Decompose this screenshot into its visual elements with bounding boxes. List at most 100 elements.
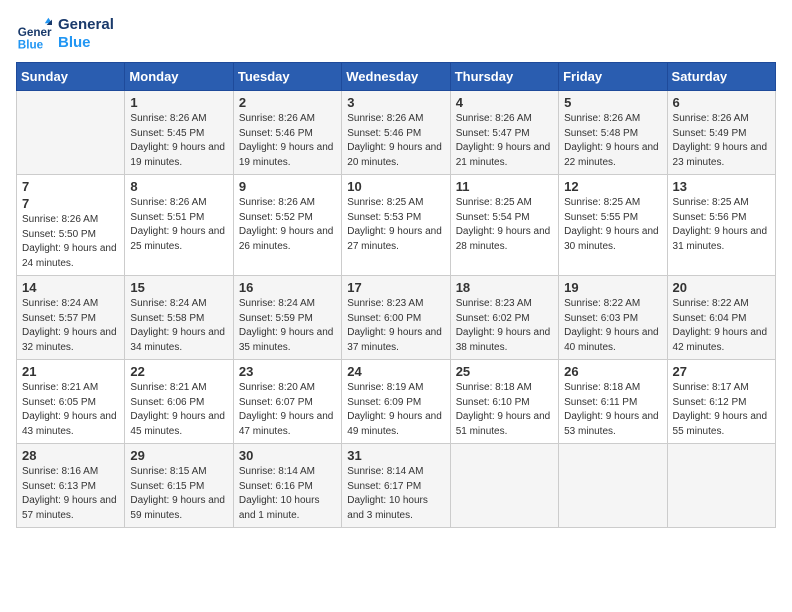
day-info: Sunrise: 8:18 AM Sunset: 6:10 PM Dayligh…: [456, 381, 553, 439]
calendar-cell: 16Sunrise: 8:24 AM Sunset: 5:59 PM Dayli…: [233, 276, 341, 360]
day-number: 15: [130, 280, 227, 295]
calendar-cell: 2 Sunrise: 8:26 AM Sunset: 5:46 PM Daylig…: [233, 91, 341, 175]
day-number: 6: [673, 95, 770, 110]
day-info: Sunrise: 8:24 AM Sunset: 5:57 PM Dayligh…: [22, 297, 119, 355]
calendar-cell: 14Sunrise: 8:24 AM Sunset: 5:57 PM Dayli…: [17, 276, 125, 360]
day-number: 31: [347, 448, 444, 463]
day-info: Sunrise: 8:22 AM Sunset: 6:04 PM Dayligh…: [673, 297, 770, 355]
day-info: Sunrise: 8:23 AM Sunset: 6:02 PM Dayligh…: [456, 297, 553, 355]
day-info: Sunrise: 8:25 AM Sunset: 5:54 PM Dayligh…: [456, 196, 553, 254]
day-info: Sunrise: 8:21 AM Sunset: 6:06 PM Dayligh…: [130, 381, 227, 439]
calendar-cell: 26 Sunrise: 8:18 AM Sunset: 6:11 PM Dayli…: [559, 360, 667, 444]
weekday-header-sunday: Sunday: [17, 63, 125, 91]
weekday-header-saturday: Saturday: [667, 63, 775, 91]
day-info: Sunrise: 8:26 AM Sunset: 5:49 PM Dayligh…: [673, 112, 770, 170]
day-info: Sunrise: 8:14 AM Sunset: 6:17 PM Dayligh…: [347, 465, 444, 523]
day-number: 5: [564, 95, 661, 110]
logo-icon: General Blue: [16, 16, 52, 52]
calendar-cell: 6 Sunrise: 8:26 AM Sunset: 5:49 PM Daylig…: [667, 91, 775, 175]
day-info: Sunrise: 8:26 AM Sunset: 5:51 PM Dayligh…: [130, 196, 227, 254]
day-number: 4: [456, 95, 553, 110]
day-info: Sunrise: 8:24 AM Sunset: 5:59 PM Dayligh…: [239, 297, 336, 355]
day-number: 28: [22, 448, 119, 463]
svg-text:General: General: [18, 26, 52, 39]
weekday-header-thursday: Thursday: [450, 63, 558, 91]
calendar-cell: [667, 444, 775, 528]
header: General Blue General Blue: [16, 16, 776, 52]
day-info: Sunrise: 8:25 AM Sunset: 5:56 PM Dayligh…: [673, 196, 770, 254]
weekday-header-friday: Friday: [559, 63, 667, 91]
weekday-header-tuesday: Tuesday: [233, 63, 341, 91]
logo-line1: General: [58, 16, 114, 34]
day-number: 2: [239, 95, 336, 110]
calendar-cell: 21Sunrise: 8:21 AM Sunset: 6:05 PM Dayli…: [17, 360, 125, 444]
weekday-header-row: SundayMondayTuesdayWednesdayThursdayFrid…: [17, 63, 776, 91]
calendar-cell: 10Sunrise: 8:25 AM Sunset: 5:53 PM Dayli…: [342, 175, 450, 276]
calendar-cell: 1 Sunrise: 8:26 AM Sunset: 5:45 PM Daylig…: [125, 91, 233, 175]
calendar-cell: 4 Sunrise: 8:26 AM Sunset: 5:47 PM Daylig…: [450, 91, 558, 175]
day-number: 1: [130, 95, 227, 110]
day-number: 19: [564, 280, 661, 295]
logo: General Blue General Blue: [16, 16, 114, 52]
calendar-cell: 24 Sunrise: 8:19 AM Sunset: 6:09 PM Dayli…: [342, 360, 450, 444]
day-number: 20: [673, 280, 770, 295]
day-info: Sunrise: 8:26 AM Sunset: 5:46 PM Dayligh…: [239, 112, 336, 170]
day-number: 7: [22, 179, 119, 194]
calendar-cell: [559, 444, 667, 528]
day-number: 25: [456, 364, 553, 379]
calendar-cell: 30 Sunrise: 8:14 AM Sunset: 6:16 PM Dayli…: [233, 444, 341, 528]
day-info: Sunrise: 8:22 AM Sunset: 6:03 PM Dayligh…: [564, 297, 661, 355]
svg-text:Blue: Blue: [18, 38, 44, 51]
logo-line2: Blue: [58, 34, 114, 52]
day-number: 22: [130, 364, 227, 379]
day-info: Sunrise: 8:23 AM Sunset: 6:00 PM Dayligh…: [347, 297, 444, 355]
calendar-cell: 18 Sunrise: 8:23 AM Sunset: 6:02 PM Dayli…: [450, 276, 558, 360]
day-number: 26: [564, 364, 661, 379]
calendar-cell: 23Sunrise: 8:20 AM Sunset: 6:07 PM Dayli…: [233, 360, 341, 444]
calendar-cell: [450, 444, 558, 528]
day-number: 29: [130, 448, 227, 463]
day-info: Sunrise: 8:26 AM Sunset: 5:47 PM Dayligh…: [456, 112, 553, 170]
calendar-cell: 22 Sunrise: 8:21 AM Sunset: 6:06 PM Dayli…: [125, 360, 233, 444]
calendar-cell: 7 7 Sunrise: 8:26 AM Sunset: 5:50 PM Dayli…: [17, 175, 125, 276]
day-number: 3: [347, 95, 444, 110]
day-info: Sunrise: 8:18 AM Sunset: 6:11 PM Dayligh…: [564, 381, 661, 439]
day-info: Sunrise: 8:26 AM Sunset: 5:45 PM Dayligh…: [130, 112, 227, 170]
calendar-cell: 28 Sunrise: 8:16 AM Sunset: 6:13 PM Dayli…: [17, 444, 125, 528]
day-number: 11: [456, 179, 553, 194]
calendar-cell: 13 Sunrise: 8:25 AM Sunset: 5:56 PM Dayli…: [667, 175, 775, 276]
week-row-1: 7 7 Sunrise: 8:26 AM Sunset: 5:50 PM Dayli…: [17, 175, 776, 276]
calendar-cell: 20 Sunrise: 8:22 AM Sunset: 6:04 PM Dayli…: [667, 276, 775, 360]
day-number: 9: [239, 179, 336, 194]
day-number: 10: [347, 179, 444, 194]
weekday-header-monday: Monday: [125, 63, 233, 91]
day-info: Sunrise: 8:26 AM Sunset: 5:46 PM Dayligh…: [347, 112, 444, 170]
week-row-4: 28 Sunrise: 8:16 AM Sunset: 6:13 PM Dayli…: [17, 444, 776, 528]
day-info: Sunrise: 8:19 AM Sunset: 6:09 PM Dayligh…: [347, 381, 444, 439]
day-number: 30: [239, 448, 336, 463]
day-number: 12: [564, 179, 661, 194]
calendar-cell: 15Sunrise: 8:24 AM Sunset: 5:58 PM Dayli…: [125, 276, 233, 360]
calendar-cell: 27Sunrise: 8:17 AM Sunset: 6:12 PM Dayli…: [667, 360, 775, 444]
week-row-3: 21Sunrise: 8:21 AM Sunset: 6:05 PM Dayli…: [17, 360, 776, 444]
day-info: Sunrise: 8:26 AM Sunset: 5:48 PM Dayligh…: [564, 112, 661, 170]
day-number: 7: [22, 196, 119, 211]
calendar-cell: [17, 91, 125, 175]
calendar-cell: 5 Sunrise: 8:26 AM Sunset: 5:48 PM Daylig…: [559, 91, 667, 175]
week-row-0: 1 Sunrise: 8:26 AM Sunset: 5:45 PM Daylig…: [17, 91, 776, 175]
calendar-cell: 31 Sunrise: 8:14 AM Sunset: 6:17 PM Dayli…: [342, 444, 450, 528]
calendar-cell: 3 Sunrise: 8:26 AM Sunset: 5:46 PM Daylig…: [342, 91, 450, 175]
day-info: Sunrise: 8:14 AM Sunset: 6:16 PM Dayligh…: [239, 465, 336, 523]
day-info: Sunrise: 8:16 AM Sunset: 6:13 PM Dayligh…: [22, 465, 119, 523]
day-number: 13: [673, 179, 770, 194]
calendar-cell: 8Sunrise: 8:26 AM Sunset: 5:51 PM Daylig…: [125, 175, 233, 276]
day-number: 17: [347, 280, 444, 295]
calendar-cell: 25 Sunrise: 8:18 AM Sunset: 6:10 PM Dayli…: [450, 360, 558, 444]
day-number: 23: [239, 364, 336, 379]
calendar-cell: 29Sunrise: 8:15 AM Sunset: 6:15 PM Dayli…: [125, 444, 233, 528]
week-row-2: 14Sunrise: 8:24 AM Sunset: 5:57 PM Dayli…: [17, 276, 776, 360]
day-number: 18: [456, 280, 553, 295]
day-info: Sunrise: 8:26 AM Sunset: 5:50 PM Dayligh…: [22, 213, 119, 271]
calendar-cell: 12Sunrise: 8:25 AM Sunset: 5:55 PM Dayli…: [559, 175, 667, 276]
day-number: 24: [347, 364, 444, 379]
